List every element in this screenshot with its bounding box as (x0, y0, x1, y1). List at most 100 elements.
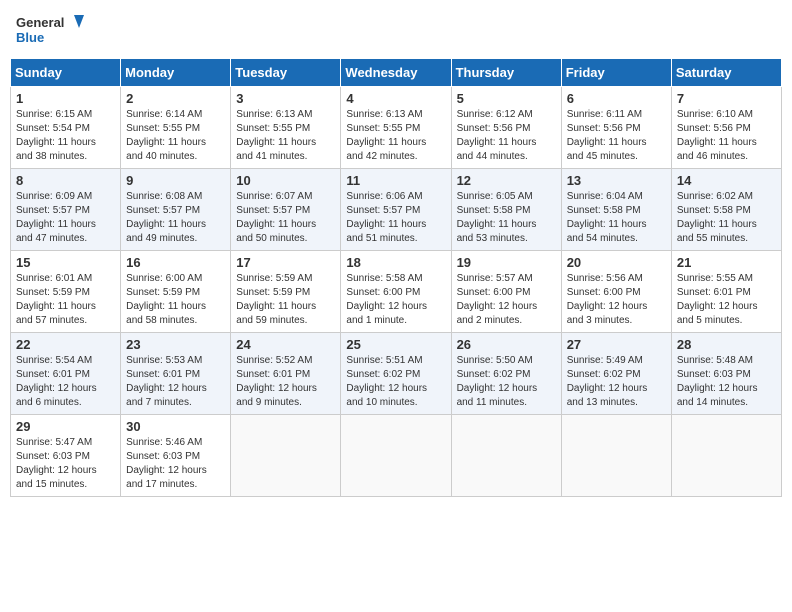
calendar-cell (561, 415, 671, 497)
day-number: 16 (126, 255, 225, 270)
cell-text: Sunrise: 6:08 AMSunset: 5:57 PMDaylight:… (126, 190, 225, 246)
logo: General Blue (14, 10, 84, 50)
calendar-cell: 17 Sunrise: 5:59 AMSunset: 5:59 PMDaylig… (231, 251, 341, 333)
calendar-cell: 23 Sunrise: 5:53 AMSunset: 6:01 PMDaylig… (121, 333, 231, 415)
calendar-cell: 25 Sunrise: 5:51 AMSunset: 6:02 PMDaylig… (341, 333, 451, 415)
calendar-cell: 30 Sunrise: 5:46 AMSunset: 6:03 PMDaylig… (121, 415, 231, 497)
weekday-header: Sunday (11, 59, 121, 87)
day-number: 18 (346, 255, 445, 270)
calendar-cell: 21 Sunrise: 5:55 AMSunset: 6:01 PMDaylig… (671, 251, 781, 333)
day-number: 30 (126, 419, 225, 434)
calendar-week-row: 15 Sunrise: 6:01 AMSunset: 5:59 PMDaylig… (11, 251, 782, 333)
cell-text: Sunrise: 6:02 AMSunset: 5:58 PMDaylight:… (677, 190, 776, 246)
calendar-cell: 29 Sunrise: 5:47 AMSunset: 6:03 PMDaylig… (11, 415, 121, 497)
cell-text: Sunrise: 5:46 AMSunset: 6:03 PMDaylight:… (126, 436, 225, 492)
cell-text: Sunrise: 5:55 AMSunset: 6:01 PMDaylight:… (677, 272, 776, 328)
calendar-cell: 6 Sunrise: 6:11 AMSunset: 5:56 PMDayligh… (561, 87, 671, 169)
calendar-cell (231, 415, 341, 497)
day-number: 4 (346, 91, 445, 106)
weekday-header: Wednesday (341, 59, 451, 87)
calendar-cell: 12 Sunrise: 6:05 AMSunset: 5:58 PMDaylig… (451, 169, 561, 251)
calendar-cell: 4 Sunrise: 6:13 AMSunset: 5:55 PMDayligh… (341, 87, 451, 169)
weekday-header: Monday (121, 59, 231, 87)
svg-text:Blue: Blue (16, 30, 44, 45)
svg-text:General: General (16, 15, 64, 30)
weekday-header: Saturday (671, 59, 781, 87)
calendar-cell: 16 Sunrise: 6:00 AMSunset: 5:59 PMDaylig… (121, 251, 231, 333)
cell-text: Sunrise: 5:50 AMSunset: 6:02 PMDaylight:… (457, 354, 556, 410)
day-number: 1 (16, 91, 115, 106)
cell-text: Sunrise: 6:06 AMSunset: 5:57 PMDaylight:… (346, 190, 445, 246)
calendar-cell: 26 Sunrise: 5:50 AMSunset: 6:02 PMDaylig… (451, 333, 561, 415)
calendar-cell: 22 Sunrise: 5:54 AMSunset: 6:01 PMDaylig… (11, 333, 121, 415)
cell-text: Sunrise: 6:07 AMSunset: 5:57 PMDaylight:… (236, 190, 335, 246)
day-number: 10 (236, 173, 335, 188)
cell-text: Sunrise: 5:54 AMSunset: 6:01 PMDaylight:… (16, 354, 115, 410)
calendar-cell: 27 Sunrise: 5:49 AMSunset: 6:02 PMDaylig… (561, 333, 671, 415)
cell-text: Sunrise: 5:49 AMSunset: 6:02 PMDaylight:… (567, 354, 666, 410)
cell-text: Sunrise: 5:47 AMSunset: 6:03 PMDaylight:… (16, 436, 115, 492)
weekday-header: Tuesday (231, 59, 341, 87)
cell-text: Sunrise: 6:12 AMSunset: 5:56 PMDaylight:… (457, 108, 556, 164)
day-number: 5 (457, 91, 556, 106)
cell-text: Sunrise: 6:13 AMSunset: 5:55 PMDaylight:… (346, 108, 445, 164)
calendar-week-row: 22 Sunrise: 5:54 AMSunset: 6:01 PMDaylig… (11, 333, 782, 415)
day-number: 23 (126, 337, 225, 352)
calendar-cell: 11 Sunrise: 6:06 AMSunset: 5:57 PMDaylig… (341, 169, 451, 251)
cell-text: Sunrise: 6:05 AMSunset: 5:58 PMDaylight:… (457, 190, 556, 246)
cell-text: Sunrise: 6:15 AMSunset: 5:54 PMDaylight:… (16, 108, 115, 164)
weekday-header-row: SundayMondayTuesdayWednesdayThursdayFrid… (11, 59, 782, 87)
calendar-week-row: 8 Sunrise: 6:09 AMSunset: 5:57 PMDayligh… (11, 169, 782, 251)
day-number: 21 (677, 255, 776, 270)
weekday-header: Thursday (451, 59, 561, 87)
calendar-cell: 3 Sunrise: 6:13 AMSunset: 5:55 PMDayligh… (231, 87, 341, 169)
calendar-cell (451, 415, 561, 497)
day-number: 8 (16, 173, 115, 188)
day-number: 3 (236, 91, 335, 106)
cell-text: Sunrise: 5:58 AMSunset: 6:00 PMDaylight:… (346, 272, 445, 328)
calendar-cell: 5 Sunrise: 6:12 AMSunset: 5:56 PMDayligh… (451, 87, 561, 169)
cell-text: Sunrise: 5:59 AMSunset: 5:59 PMDaylight:… (236, 272, 335, 328)
calendar-week-row: 1 Sunrise: 6:15 AMSunset: 5:54 PMDayligh… (11, 87, 782, 169)
page-header: General Blue (10, 10, 782, 50)
cell-text: Sunrise: 5:52 AMSunset: 6:01 PMDaylight:… (236, 354, 335, 410)
cell-text: Sunrise: 6:04 AMSunset: 5:58 PMDaylight:… (567, 190, 666, 246)
calendar-cell: 20 Sunrise: 5:56 AMSunset: 6:00 PMDaylig… (561, 251, 671, 333)
day-number: 20 (567, 255, 666, 270)
calendar-cell: 18 Sunrise: 5:58 AMSunset: 6:00 PMDaylig… (341, 251, 451, 333)
day-number: 15 (16, 255, 115, 270)
cell-text: Sunrise: 6:10 AMSunset: 5:56 PMDaylight:… (677, 108, 776, 164)
day-number: 7 (677, 91, 776, 106)
cell-text: Sunrise: 5:48 AMSunset: 6:03 PMDaylight:… (677, 354, 776, 410)
cell-text: Sunrise: 6:14 AMSunset: 5:55 PMDaylight:… (126, 108, 225, 164)
day-number: 28 (677, 337, 776, 352)
calendar-cell: 7 Sunrise: 6:10 AMSunset: 5:56 PMDayligh… (671, 87, 781, 169)
weekday-header: Friday (561, 59, 671, 87)
cell-text: Sunrise: 6:09 AMSunset: 5:57 PMDaylight:… (16, 190, 115, 246)
day-number: 29 (16, 419, 115, 434)
day-number: 14 (677, 173, 776, 188)
calendar-cell: 28 Sunrise: 5:48 AMSunset: 6:03 PMDaylig… (671, 333, 781, 415)
calendar-cell: 10 Sunrise: 6:07 AMSunset: 5:57 PMDaylig… (231, 169, 341, 251)
day-number: 22 (16, 337, 115, 352)
calendar-cell: 19 Sunrise: 5:57 AMSunset: 6:00 PMDaylig… (451, 251, 561, 333)
day-number: 2 (126, 91, 225, 106)
cell-text: Sunrise: 5:57 AMSunset: 6:00 PMDaylight:… (457, 272, 556, 328)
calendar-cell: 1 Sunrise: 6:15 AMSunset: 5:54 PMDayligh… (11, 87, 121, 169)
cell-text: Sunrise: 6:13 AMSunset: 5:55 PMDaylight:… (236, 108, 335, 164)
day-number: 11 (346, 173, 445, 188)
day-number: 24 (236, 337, 335, 352)
day-number: 12 (457, 173, 556, 188)
day-number: 27 (567, 337, 666, 352)
cell-text: Sunrise: 5:51 AMSunset: 6:02 PMDaylight:… (346, 354, 445, 410)
cell-text: Sunrise: 6:11 AMSunset: 5:56 PMDaylight:… (567, 108, 666, 164)
day-number: 9 (126, 173, 225, 188)
calendar-cell: 13 Sunrise: 6:04 AMSunset: 5:58 PMDaylig… (561, 169, 671, 251)
calendar-table: SundayMondayTuesdayWednesdayThursdayFrid… (10, 58, 782, 497)
cell-text: Sunrise: 5:56 AMSunset: 6:00 PMDaylight:… (567, 272, 666, 328)
cell-text: Sunrise: 6:01 AMSunset: 5:59 PMDaylight:… (16, 272, 115, 328)
day-number: 19 (457, 255, 556, 270)
calendar-cell: 8 Sunrise: 6:09 AMSunset: 5:57 PMDayligh… (11, 169, 121, 251)
calendar-cell (671, 415, 781, 497)
cell-text: Sunrise: 6:00 AMSunset: 5:59 PMDaylight:… (126, 272, 225, 328)
